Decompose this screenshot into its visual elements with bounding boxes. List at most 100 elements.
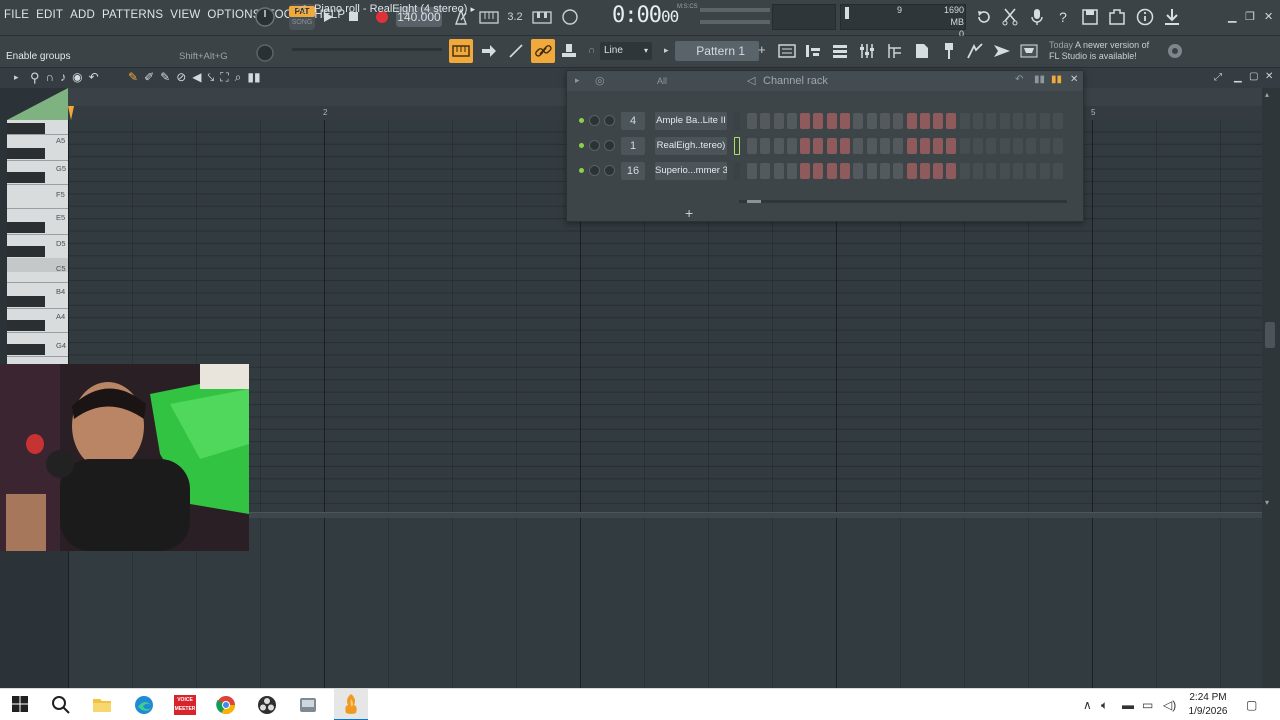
- step[interactable]: [986, 163, 997, 179]
- pr-maximize-icon[interactable]: ▢: [1249, 71, 1258, 82]
- song-position-display[interactable]: 0:0000: [612, 3, 679, 28]
- channel-led-icon[interactable]: [579, 143, 584, 148]
- touch-keyboard-icon[interactable]: [964, 40, 986, 62]
- mixer-track-number[interactable]: 1: [621, 137, 645, 155]
- channel-rack-header[interactable]: ▸ ◎ All ◁ Channel rack ↶ ▮▮ ▮▮ ✕: [567, 71, 1083, 91]
- step[interactable]: [986, 113, 997, 129]
- step[interactable]: [1026, 138, 1037, 154]
- app-icon[interactable]: [298, 695, 318, 715]
- pattern-play-arrow-icon[interactable]: ▸: [664, 45, 669, 56]
- piano-roll-menu-arrow-icon[interactable]: ▸: [14, 72, 19, 83]
- browser-icon[interactable]: [884, 40, 906, 62]
- pencil-icon[interactable]: ✎: [128, 70, 138, 85]
- mixer-icon[interactable]: [856, 40, 878, 62]
- step[interactable]: [893, 163, 904, 179]
- playback-icon[interactable]: ◉: [72, 70, 82, 86]
- cr-undo-icon[interactable]: ↶: [1015, 74, 1023, 85]
- step[interactable]: [866, 138, 877, 154]
- channel-name-button[interactable]: Ample Ba..Lite II: [655, 112, 727, 130]
- save-icon[interactable]: [1079, 6, 1101, 28]
- master-pitch-track[interactable]: [292, 48, 442, 51]
- step[interactable]: [773, 163, 784, 179]
- speaker-tray-icon[interactable]: 🔈︎: [1101, 698, 1108, 713]
- step[interactable]: [826, 163, 837, 179]
- step[interactable]: [747, 138, 757, 154]
- detach-icon[interactable]: ⤢: [1214, 72, 1222, 83]
- mixer-track-number[interactable]: 4: [621, 112, 645, 130]
- select-icon[interactable]: ⛶: [220, 70, 228, 85]
- black-key[interactable]: [7, 246, 45, 257]
- plugin-picker-icon[interactable]: [938, 40, 960, 62]
- step[interactable]: [919, 138, 930, 154]
- step[interactable]: [893, 138, 904, 154]
- step[interactable]: [986, 138, 997, 154]
- step[interactable]: [773, 113, 784, 129]
- delete-icon[interactable]: ⊘: [176, 70, 186, 85]
- piano-roll-title[interactable]: Piano roll - RealEight (4 stereo) ▸: [314, 3, 475, 15]
- step-sequencer[interactable]: [747, 163, 1066, 179]
- search-icon[interactable]: [51, 695, 71, 715]
- playlist-icon[interactable]: [776, 40, 798, 62]
- pan-knob-icon[interactable]: [604, 140, 615, 151]
- menu-file[interactable]: FILE: [4, 9, 29, 21]
- menu-options[interactable]: OPTIONS: [207, 9, 260, 21]
- cr-step-icon[interactable]: ▮▮: [1051, 74, 1062, 85]
- step[interactable]: [813, 138, 824, 154]
- pr-minimize-icon[interactable]: ▁: [1234, 72, 1242, 83]
- master-pitch-slider[interactable]: [700, 20, 770, 24]
- black-key[interactable]: [7, 172, 45, 183]
- step[interactable]: [866, 163, 877, 179]
- channel-led-icon[interactable]: [579, 118, 584, 123]
- vertical-scroll-thumb[interactable]: [1265, 322, 1275, 348]
- step[interactable]: [800, 163, 811, 179]
- scroll-down-icon[interactable]: ▾: [1265, 498, 1269, 507]
- step[interactable]: [786, 138, 797, 154]
- black-key[interactable]: [7, 148, 45, 159]
- show-hidden-icons-icon[interactable]: ∧: [1083, 698, 1092, 712]
- step[interactable]: [800, 138, 811, 154]
- pattern-selector[interactable]: Pattern 1: [675, 41, 759, 61]
- step[interactable]: [853, 138, 864, 154]
- step[interactable]: [959, 113, 970, 129]
- usb-tray-icon[interactable]: ▬: [1122, 698, 1134, 712]
- step[interactable]: [946, 113, 957, 129]
- pan-knob-icon[interactable]: [604, 115, 615, 126]
- playback-tool-icon[interactable]: ▮▮: [247, 70, 260, 85]
- step[interactable]: [893, 113, 904, 129]
- master-volume-knob-icon[interactable]: [254, 6, 276, 28]
- countdown-icon[interactable]: 3.2: [504, 6, 526, 28]
- cr-graph-icon[interactable]: ▮▮: [1034, 74, 1045, 85]
- brush-icon[interactable]: ✐: [144, 70, 154, 85]
- menu-patterns[interactable]: PATTERNS: [102, 9, 163, 21]
- channel-filter[interactable]: All: [657, 76, 667, 86]
- step-sequencer[interactable]: [747, 138, 1066, 154]
- plugin-database-icon[interactable]: [1106, 6, 1128, 28]
- step[interactable]: [1052, 138, 1063, 154]
- step[interactable]: [786, 163, 797, 179]
- channel-select-indicator[interactable]: [734, 112, 740, 130]
- step[interactable]: [999, 113, 1010, 129]
- blend-notes-icon[interactable]: [531, 6, 553, 28]
- step[interactable]: [1012, 113, 1023, 129]
- cut-icon[interactable]: [999, 6, 1021, 28]
- snap-magnet-icon[interactable]: ∩: [588, 45, 595, 56]
- step[interactable]: [853, 113, 864, 129]
- mute-icon[interactable]: ◀: [192, 70, 201, 85]
- step[interactable]: [973, 163, 984, 179]
- wait-for-input-icon[interactable]: [478, 6, 500, 28]
- add-channel-button[interactable]: +: [685, 205, 693, 221]
- project-info-icon[interactable]: [911, 40, 933, 62]
- channel-rack-window[interactable]: ▸ ◎ All ◁ Channel rack ↶ ▮▮ ▮▮ ✕ 4 Ample…: [566, 70, 1084, 222]
- menu-add[interactable]: ADD: [70, 9, 95, 21]
- step[interactable]: [999, 138, 1010, 154]
- note-tool-icon[interactable]: ♪: [60, 70, 66, 86]
- shop-cart-icon[interactable]: [1018, 40, 1040, 62]
- step[interactable]: [973, 138, 984, 154]
- step[interactable]: [813, 113, 824, 129]
- cr-speaker-icon[interactable]: ◁: [747, 74, 755, 87]
- help-icon[interactable]: ?: [1052, 6, 1074, 28]
- edge-browser-icon[interactable]: [134, 695, 154, 715]
- channel-rack-scroll-thumb[interactable]: [747, 200, 761, 203]
- step[interactable]: [840, 138, 851, 154]
- file-explorer-icon[interactable]: [92, 695, 112, 715]
